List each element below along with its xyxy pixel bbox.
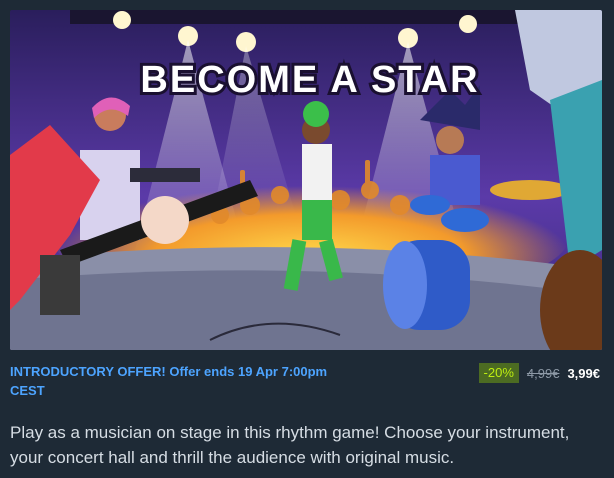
offer-row: INTRODUCTORY OFFER! Offer ends 19 Apr 7:… xyxy=(10,362,602,402)
discount-badge: -20% xyxy=(478,363,519,383)
game-capsule-image[interactable]: BECOME A STAR xyxy=(10,10,602,350)
price-block[interactable]: -20% 4,99€ 3,99€ xyxy=(478,362,600,384)
final-price: 3,99€ xyxy=(567,365,600,381)
concert-illustration: BECOME A STAR xyxy=(10,10,602,350)
introductory-offer-text: INTRODUCTORY OFFER! Offer ends 19 Apr 7:… xyxy=(10,364,328,398)
game-card: BECOME A STAR INTRODUCTORY OFFER! Offer … xyxy=(0,0,614,478)
title-art: BECOME A STAR xyxy=(140,59,479,101)
original-price: 4,99€ xyxy=(526,365,560,381)
game-description: Play as a musician on stage in this rhyt… xyxy=(10,423,570,467)
